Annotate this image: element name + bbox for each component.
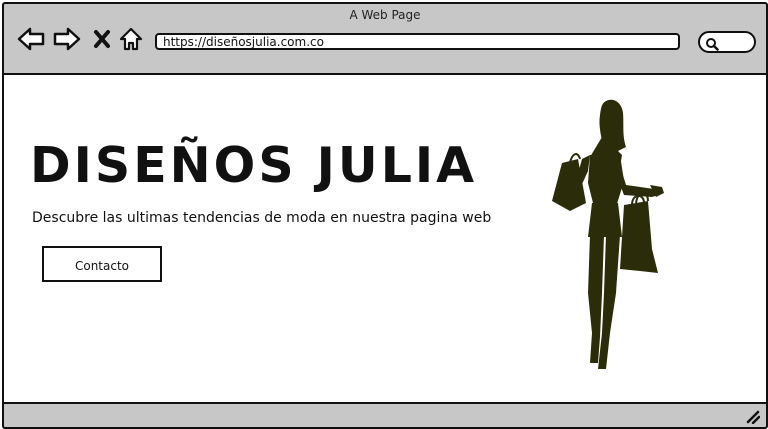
close-icon[interactable] xyxy=(90,24,120,54)
home-icon[interactable] xyxy=(118,24,148,54)
resize-handle-icon[interactable] xyxy=(746,409,761,425)
contact-button-label: Contacto xyxy=(74,259,130,273)
status-bar xyxy=(4,402,766,427)
page-title: DISEÑOS JULIA xyxy=(30,137,478,194)
browser-window: A Web Page https://diseñosjulia.com.co D… xyxy=(2,2,768,429)
forward-arrow-icon[interactable] xyxy=(52,24,82,54)
search-field[interactable] xyxy=(698,31,756,53)
address-bar[interactable]: https://diseñosjulia.com.co xyxy=(155,33,680,50)
window-title: A Web Page xyxy=(349,8,421,22)
back-arrow-icon[interactable] xyxy=(16,24,46,54)
address-bar-text: https://diseñosjulia.com.co xyxy=(163,35,324,49)
shopping-woman-silhouette-image xyxy=(544,97,674,373)
contact-button[interactable]: Contacto xyxy=(42,246,162,282)
page-content: DISEÑOS JULIA Descubre las ultimas tende… xyxy=(4,73,766,404)
page-tagline: Descubre las ultimas tendencias de moda … xyxy=(32,210,492,226)
search-icon xyxy=(705,36,719,51)
